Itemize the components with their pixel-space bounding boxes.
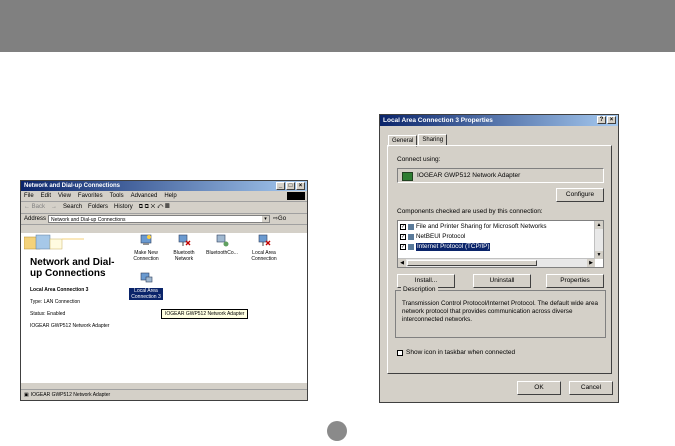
bluetooth-connection-item[interactable]: BluetoothCo... [205,233,239,256]
go-button[interactable]: ⇨Go [273,214,286,224]
show-icon-option[interactable]: Show icon in taskbar when connected [397,349,515,356]
pane-title: Network and Dial-up Connections [30,257,115,279]
properties-dialog: Local Area Connection 3 Properties ? × G… [379,114,619,403]
checkbox[interactable]: ✓ [400,234,406,240]
description-label: Description [401,286,438,293]
page-marker-dot [327,421,347,441]
window-title-bar: Network and Dial-up Connections _ □ × [21,181,307,191]
help-button[interactable]: ? [597,116,606,124]
window-title: Network and Dial-up Connections [24,183,121,189]
cancel-button[interactable]: Cancel [569,381,613,395]
scroll-up-icon[interactable]: ▲ [595,221,603,229]
new-connection-icon [140,234,152,245]
make-new-connection-item[interactable]: Make New Connection [129,233,163,262]
menu-advanced[interactable]: Advanced [131,191,158,201]
item-label: BluetoothCo... [206,250,238,256]
network-icon [140,272,153,283]
maximize-button[interactable]: □ [286,182,295,190]
folders-button[interactable]: Folders [88,202,108,213]
menu-bar: File Edit View Favorites Tools Advanced … [21,191,307,202]
adapter-tooltip: IOGEAR GWP512 Network Adapter [161,309,249,319]
connect-using-label: Connect using: [397,156,441,163]
description-group: Description Transmission Control Protoco… [395,286,606,338]
forward-button[interactable]: → [51,202,57,213]
menu-edit[interactable]: Edit [41,191,51,201]
configure-button[interactable]: Configure [556,188,604,202]
address-bar: Address Network and Dial-up Connections … [21,214,307,225]
dialog-title: Local Area Connection 3 Properties [383,117,493,124]
local-area-connection-item[interactable]: Local Area Connection [247,233,281,262]
connection-type: Type: LAN Connection [30,299,81,305]
menu-favorites[interactable]: Favorites [78,191,103,201]
show-icon-label: Show icon in taskbar when connected [406,349,516,356]
connection-adapter: IOGEAR GWP512 Network Adapter [30,323,110,329]
network-icon [216,234,229,247]
close-button[interactable]: × [607,116,616,124]
local-area-connection-3-item[interactable]: Local Area Connection 3 [129,271,163,300]
show-icon-checkbox[interactable] [397,349,403,356]
menu-view[interactable]: View [58,191,71,201]
scroll-left-icon[interactable]: ◀ [398,259,406,267]
service-icon [408,224,414,230]
ok-button[interactable]: OK [517,381,561,395]
menu-help[interactable]: Help [164,191,176,201]
scroll-right-icon[interactable]: ▶ [587,259,595,267]
description-text: Transmission Control Protocol/Internet P… [402,300,598,323]
address-input[interactable]: Network and Dial-up Connections ▾ [48,215,271,223]
network-disabled-icon [178,234,191,246]
adapter-field: IOGEAR GWP512 Network Adapter [397,168,604,183]
close-button[interactable]: × [296,182,305,190]
search-button[interactable]: Search [63,202,82,213]
dialog-title-bar: Local Area Connection 3 Properties ? × [380,115,618,126]
windows-logo [287,192,305,200]
minimize-button[interactable]: _ [276,182,285,190]
info-pane: Network and Dial-up Connections Local Ar… [21,233,121,383]
header-band [0,0,675,52]
content-area: Network and Dial-up Connections Local Ar… [21,233,307,383]
connection-name: Local Area Connection 3 [30,287,89,293]
folder-art-icon [24,234,84,250]
network-disabled-icon [258,234,271,246]
network-connections-window: Network and Dial-up Connections _ □ × Fi… [20,180,308,401]
components-list[interactable]: ✓ File and Printer Sharing for Microsoft… [397,220,604,268]
checkbox[interactable]: ✓ [400,224,406,230]
menu-file[interactable]: File [24,191,34,201]
status-text: IOGEAR GWP512 Network Adapter [30,391,111,398]
back-button[interactable]: ← Back [24,202,45,213]
uninstall-button[interactable]: Uninstall [473,274,531,288]
vertical-scrollbar[interactable]: ▲ ▼ [594,221,603,259]
protocol-icon [408,244,414,250]
toolbar-icons[interactable]: ⧉ ⧉ ✕ ↶ ▦ [139,202,170,213]
item-label: Make New Connection [133,250,159,262]
list-item[interactable]: ✓ NetBEUI Protocol [400,233,465,241]
status-icon: ▣ [24,391,29,398]
status-bar: ▣ IOGEAR GWP512 Network Adapter [21,389,307,400]
properties-button[interactable]: Properties [546,274,604,288]
chevron-down-icon[interactable]: ▾ [262,216,270,222]
bluetooth-network-item[interactable]: Bluetooth Network [167,233,201,262]
scroll-down-icon[interactable]: ▼ [595,251,603,259]
checkbox[interactable]: ✓ [400,244,406,250]
scroll-thumb[interactable] [407,260,537,266]
item-label: Local Area Connection 3 [129,288,163,300]
protocol-icon [408,234,414,240]
item-label: Bluetooth Network [173,250,195,262]
tab-sharing[interactable]: Sharing [418,134,448,145]
connection-status: Status: Enabled [30,311,66,317]
list-item[interactable]: ✓ File and Printer Sharing for Microsoft… [400,223,547,231]
general-panel: Connect using: IOGEAR GWP512 Network Ada… [387,145,612,374]
network-card-icon [402,172,413,181]
list-item[interactable]: ✓ Internet Protocol (TCP/IP) [400,243,491,251]
history-button[interactable]: History [114,202,133,213]
address-label: Address [24,216,47,222]
components-label: Components checked are used by this conn… [397,208,543,215]
toolbar: ← Back → Search Folders History ⧉ ⧉ ✕ ↶ … [21,202,307,214]
item-label: Local Area Connection [251,250,277,262]
horizontal-scrollbar[interactable]: ◀ ▶ [398,258,595,267]
menu-tools[interactable]: Tools [110,191,124,201]
